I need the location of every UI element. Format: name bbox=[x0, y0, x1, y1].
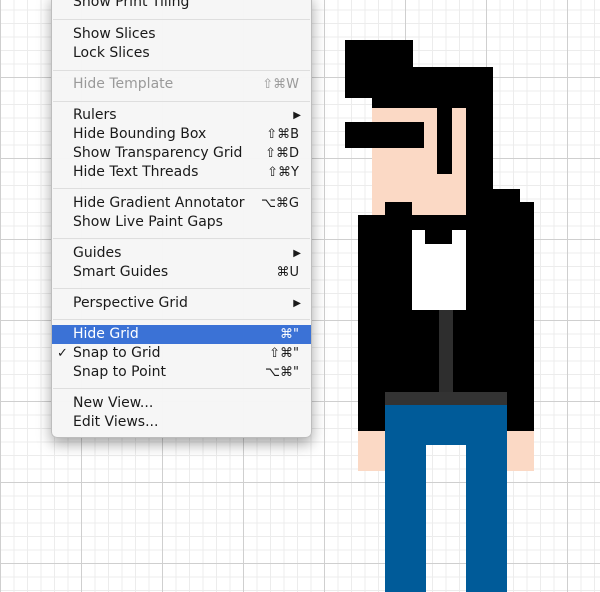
tie bbox=[439, 310, 453, 392]
belt bbox=[385, 392, 507, 405]
jeans-top bbox=[385, 405, 507, 445]
sideburn bbox=[437, 108, 452, 174]
menu-item-label: Show Live Paint Gaps bbox=[73, 214, 223, 230]
menu-item-label: Hide Text Threads bbox=[73, 164, 199, 180]
menu-separator bbox=[53, 319, 310, 320]
menu-item-label: Hide Gradient Annotator bbox=[73, 195, 245, 211]
menu-item-label: Show Transparency Grid bbox=[73, 145, 243, 161]
hair-pompadour bbox=[345, 40, 413, 98]
menu-item-snap-to-point[interactable]: Snap to Point ⌥⌘" bbox=[52, 363, 311, 382]
menu-separator bbox=[53, 101, 310, 102]
menu-item-label: Lock Slices bbox=[73, 45, 150, 61]
menu-item-label: Snap to Point bbox=[73, 364, 166, 380]
menu-separator bbox=[53, 188, 310, 189]
jeans-leg-left bbox=[385, 445, 426, 592]
hair-front bbox=[372, 98, 466, 108]
menu-item-snap-to-grid[interactable]: ✓ Snap to Grid ⇧⌘" bbox=[52, 344, 311, 363]
menu-item-hide-gradient-annotator[interactable]: Hide Gradient Annotator ⌥⌘G bbox=[52, 194, 311, 213]
view-menu-dropdown: Show Print Tiling Show Slices Lock Slice… bbox=[51, 0, 312, 438]
hand-left bbox=[358, 431, 385, 471]
hair-back bbox=[466, 122, 493, 189]
menu-item-hide-bounding-box[interactable]: Hide Bounding Box ⇧⌘B bbox=[52, 125, 311, 144]
menu-item-shortcut: ⇧⌘W bbox=[262, 77, 299, 92]
menu-item-label: Show Slices bbox=[73, 26, 156, 42]
menu-item-label: Hide Bounding Box bbox=[73, 126, 207, 142]
hand-right bbox=[507, 431, 534, 471]
menu-item-smart-guides[interactable]: Smart Guides ⌘U bbox=[52, 263, 311, 282]
menu-item-edit-views[interactable]: Edit Views... bbox=[52, 413, 311, 432]
menu-item-label: Perspective Grid bbox=[73, 295, 188, 311]
menu-item-label: New View... bbox=[73, 395, 154, 411]
menu-item-show-transparency-grid[interactable]: Show Transparency Grid ⇧⌘D bbox=[52, 144, 311, 163]
menu-separator bbox=[53, 388, 310, 389]
menu-item-label: Edit Views... bbox=[73, 414, 159, 430]
menu-item-shortcut: ⇧⌘B bbox=[266, 127, 299, 142]
menu-item-label: Hide Template bbox=[73, 76, 174, 92]
jacket-sleeve-left bbox=[358, 215, 385, 431]
sunglasses bbox=[345, 122, 424, 148]
menu-separator bbox=[53, 288, 310, 289]
jacket-sleeve-right bbox=[507, 202, 534, 431]
menu-item-rulers[interactable]: Rulers ▶ bbox=[52, 106, 311, 125]
shirt-collar-shade bbox=[425, 230, 452, 244]
menu-item-label: Hide Grid bbox=[73, 326, 139, 342]
menu-item-shortcut: ⌥⌘" bbox=[265, 365, 299, 380]
menu-item-label: Show Print Tiling bbox=[73, 0, 190, 10]
menu-item-perspective-grid[interactable]: Perspective Grid ▶ bbox=[52, 294, 311, 313]
menu-item-label: Guides bbox=[73, 245, 122, 261]
menu-separator bbox=[53, 19, 310, 20]
menu-item-shortcut: ⌥⌘G bbox=[260, 196, 299, 211]
menu-item-label: Snap to Grid bbox=[73, 345, 161, 361]
menu-item-hide-text-threads[interactable]: Hide Text Threads ⇧⌘Y bbox=[52, 163, 311, 182]
menu-item-hide-template: Hide Template ⇧⌘W bbox=[52, 75, 311, 94]
submenu-arrow-icon: ▶ bbox=[293, 248, 301, 259]
menu-item-shortcut: ⇧⌘Y bbox=[267, 165, 299, 180]
menu-item-lock-slices[interactable]: Lock Slices bbox=[52, 44, 311, 63]
menu-separator bbox=[53, 238, 310, 239]
menu-item-label: Rulers bbox=[73, 107, 117, 123]
menu-item-show-slices[interactable]: Show Slices bbox=[52, 25, 311, 44]
menu-item-shortcut: ⌘U bbox=[276, 265, 299, 280]
submenu-arrow-icon: ▶ bbox=[293, 110, 301, 121]
submenu-arrow-icon: ▶ bbox=[293, 298, 301, 309]
menu-item-hide-grid[interactable]: Hide Grid ⌘" bbox=[52, 325, 311, 344]
menu-item-show-live-paint-gaps[interactable]: Show Live Paint Gaps bbox=[52, 213, 311, 232]
menu-item-new-view[interactable]: New View... bbox=[52, 394, 311, 413]
menu-item-shortcut: ⇧⌘" bbox=[269, 346, 299, 361]
menu-item-shortcut: ⇧⌘D bbox=[265, 146, 299, 161]
menu-item-label: Smart Guides bbox=[73, 264, 169, 280]
menu-separator bbox=[53, 70, 310, 71]
menu-item-shortcut: ⌘" bbox=[280, 327, 299, 342]
jeans-leg-right bbox=[466, 445, 507, 592]
menu-item-guides[interactable]: Guides ▶ bbox=[52, 244, 311, 263]
checkmark-icon: ✓ bbox=[57, 346, 68, 361]
menu-item-show-print-tiling[interactable]: Show Print Tiling bbox=[52, 0, 311, 12]
